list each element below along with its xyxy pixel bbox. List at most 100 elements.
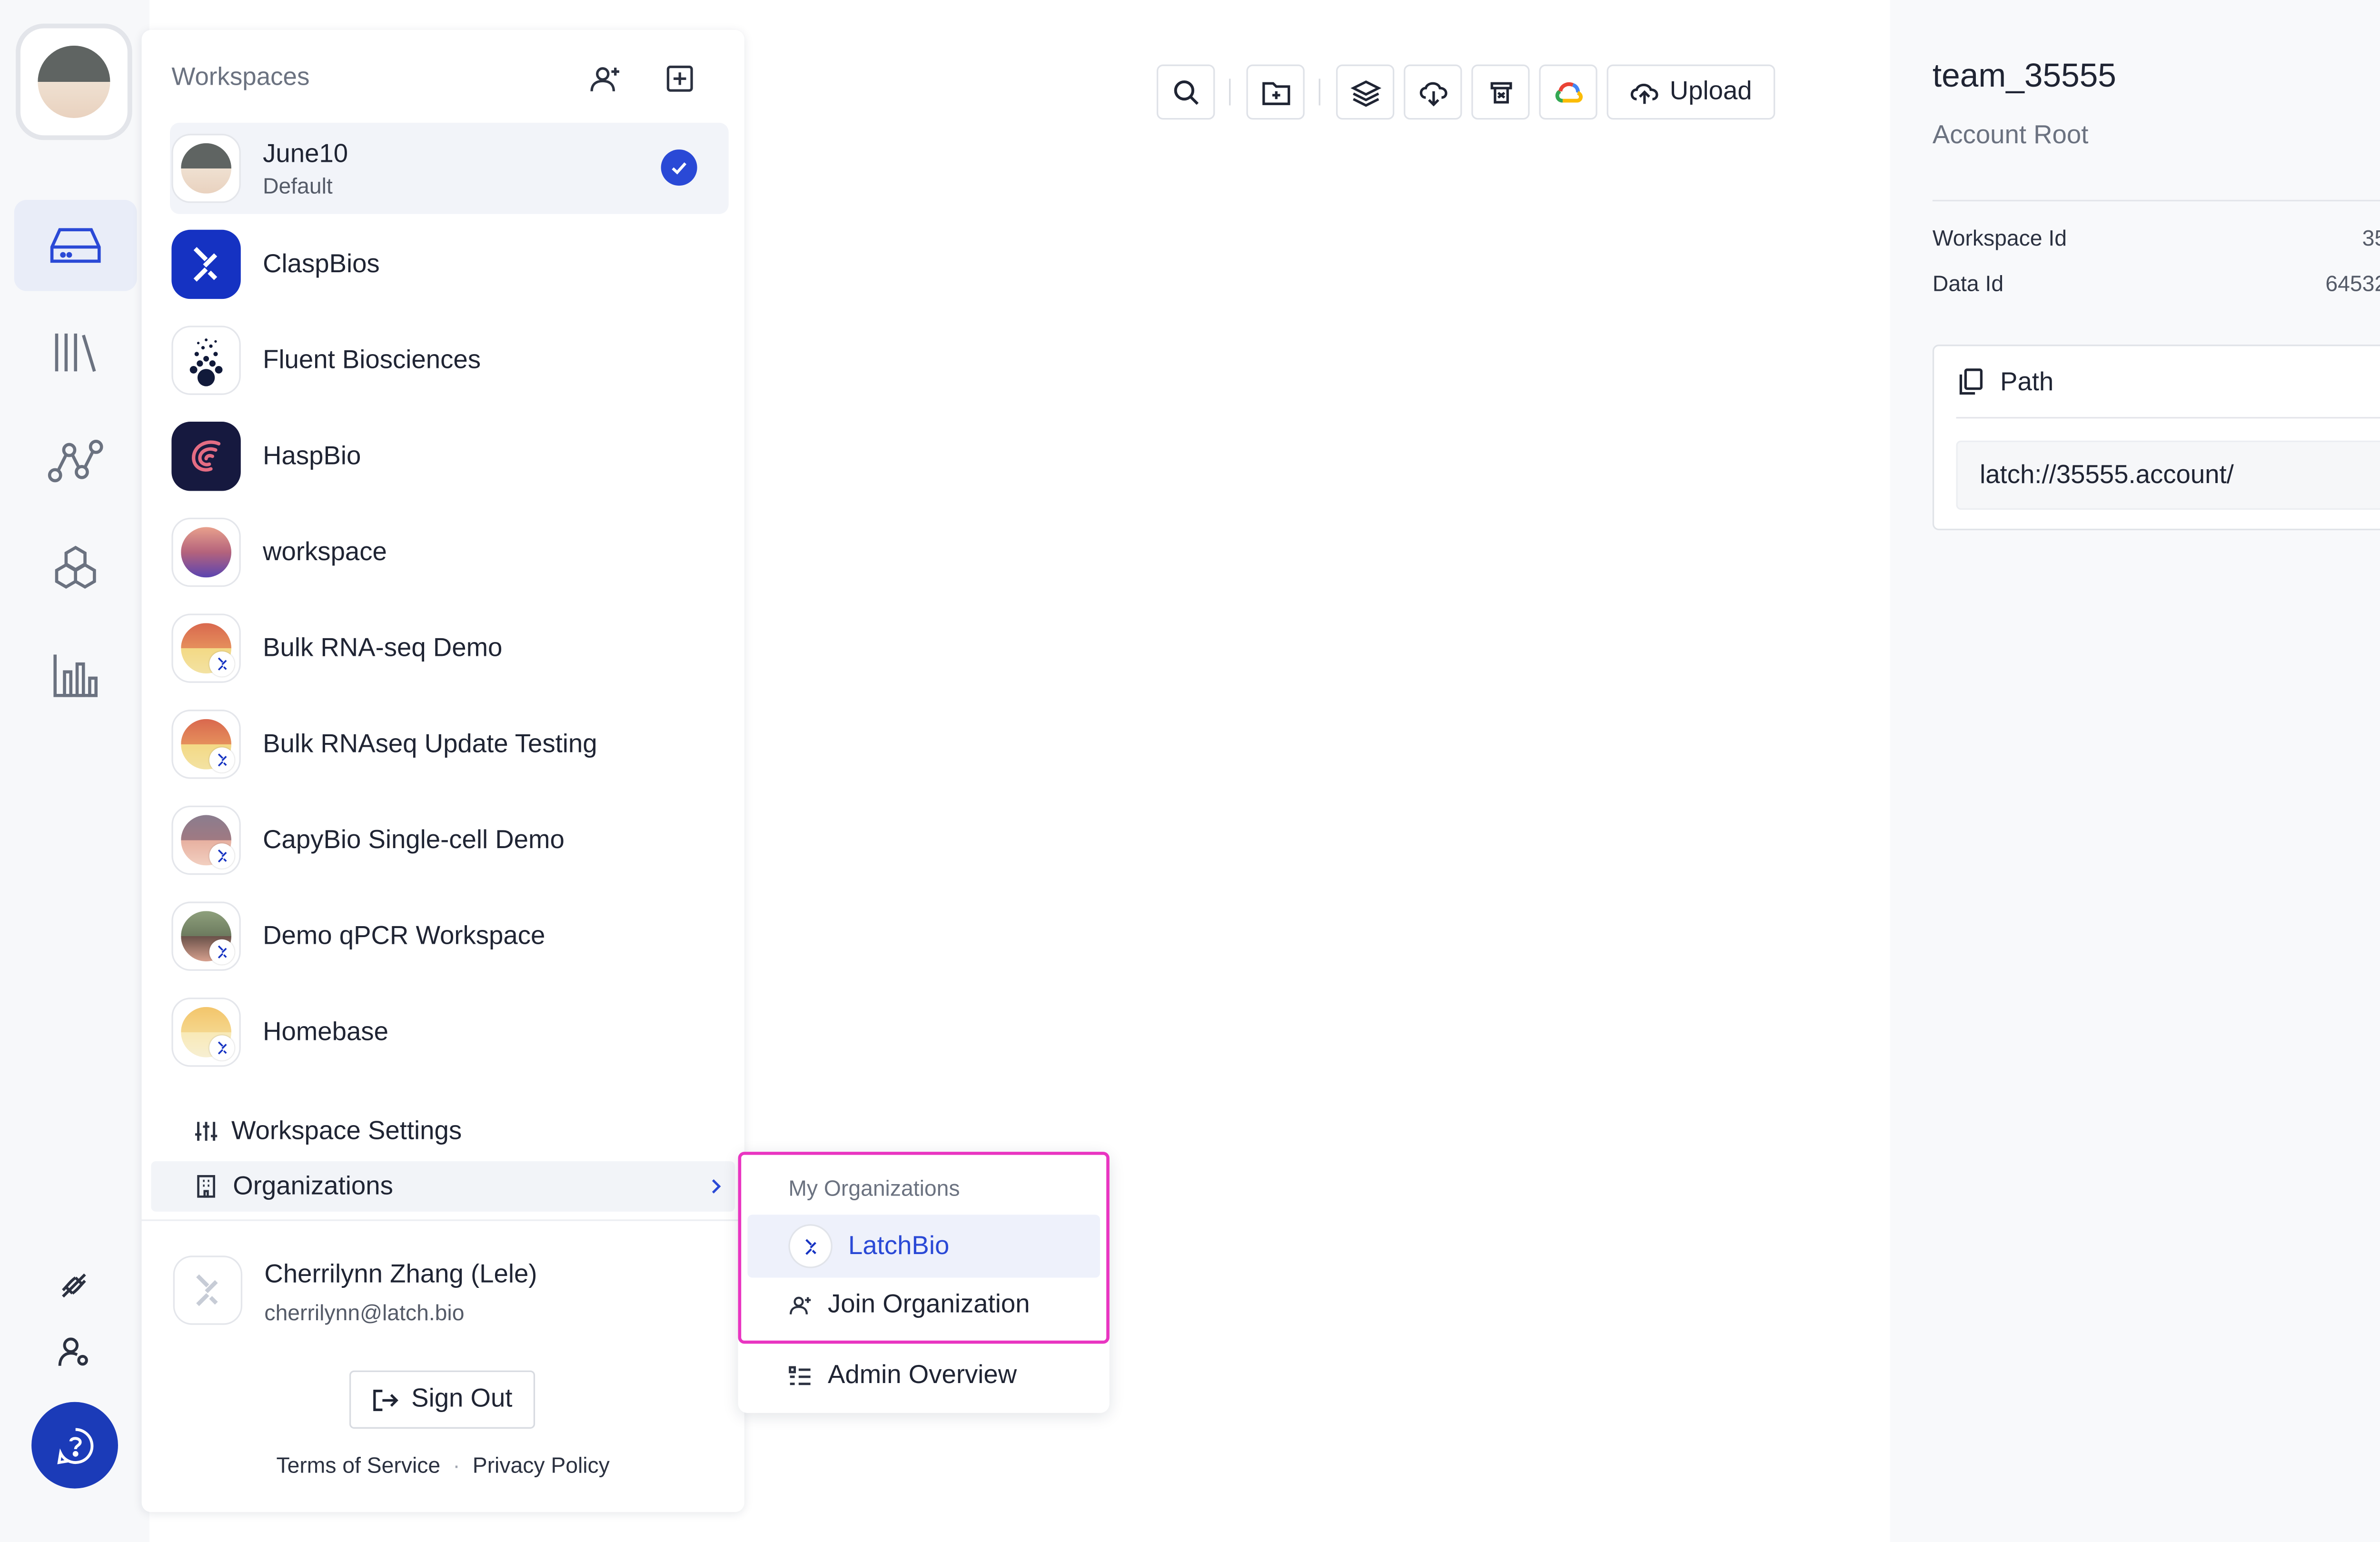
account-title: team_35555	[1932, 58, 2116, 95]
divider	[141, 1219, 744, 1221]
gradient-orb-icon	[181, 527, 231, 578]
new-workspace-button[interactable]	[664, 63, 695, 94]
path-value[interactable]: latch://35555.account/	[1956, 440, 2380, 510]
latch-logo-icon	[196, 1274, 218, 1306]
workspace-default-label: Default	[263, 172, 333, 198]
cloud-download-button[interactable]	[1404, 64, 1462, 120]
sidebar-item-account[interactable]	[57, 1334, 91, 1369]
sign-out-button[interactable]: Sign Out	[349, 1370, 536, 1429]
add-member-button[interactable]	[588, 63, 623, 94]
workspace-item-capybio-single-cell-demo[interactable]: CapyBio Single-cell Demo	[170, 795, 729, 886]
workspace-item-demo-qpcr-workspace[interactable]: Demo qPCR Workspace	[170, 890, 729, 982]
divider	[1956, 417, 2380, 419]
selected-check-icon	[661, 149, 697, 186]
building-icon	[197, 1175, 215, 1198]
latch-badge-icon	[209, 651, 235, 677]
google-cloud-icon	[1555, 81, 1582, 102]
layers-icon	[1349, 79, 1381, 106]
user-avatar	[173, 1255, 243, 1325]
organizations-highlight-box	[738, 1152, 1110, 1344]
divider	[1932, 199, 2380, 202]
workspace-name: workspace	[263, 537, 387, 566]
cloud-upload-icon	[1630, 83, 1658, 103]
latch-badge-icon	[209, 843, 235, 869]
help-button[interactable]	[31, 1402, 118, 1489]
workspace-settings-label: Workspace Settings	[231, 1116, 462, 1145]
path-title: Path	[2000, 368, 2054, 397]
latch-badge-icon	[209, 747, 235, 773]
copy-icon	[1959, 368, 1983, 395]
workspace-id-label: Workspace Id	[1932, 225, 2067, 250]
search-icon	[1173, 79, 1198, 104]
molecule-icon	[55, 545, 96, 589]
bar-chart-icon	[53, 654, 98, 697]
link-separator: ·	[453, 1452, 460, 1478]
layers-button[interactable]	[1336, 64, 1395, 120]
workspace-avatar	[171, 229, 241, 299]
sidebar-item-dna[interactable]	[57, 1268, 91, 1303]
data-id-label: Data Id	[1932, 270, 2004, 296]
workspace-item-haspbio[interactable]: HaspBio	[170, 411, 729, 502]
upload-label: Upload	[1669, 77, 1752, 106]
archive-button[interactable]	[1471, 64, 1530, 120]
terms-link[interactable]: Terms of Service	[276, 1453, 440, 1478]
workspace-avatar-icon	[38, 45, 110, 118]
copy-path-button[interactable]	[1956, 366, 1984, 396]
organizations-label: Organizations	[233, 1171, 393, 1200]
sign-out-label: Sign Out	[411, 1384, 513, 1413]
latch-logo-icon	[193, 247, 218, 282]
scroll-icon	[1489, 81, 1511, 103]
dna-link-icon	[62, 1273, 86, 1298]
workspace-avatar	[171, 710, 241, 779]
workspace-avatar	[171, 134, 241, 203]
workspace-name: Homebase	[263, 1017, 388, 1046]
workspace-avatar	[171, 805, 241, 875]
sidebar-item-analytics[interactable]	[14, 629, 137, 721]
library-icon	[55, 333, 96, 372]
workspace-id-value: 35555	[2362, 225, 2380, 250]
sidebar-item-data[interactable]	[14, 199, 137, 291]
user-plus-icon	[590, 67, 619, 91]
workspace-name: Bulk RNA-seq Demo	[263, 633, 503, 662]
sliders-icon	[195, 1122, 218, 1141]
chevron-right-icon	[712, 1179, 721, 1194]
help-icon	[56, 1427, 93, 1463]
workspace-item-bulk-rna-seq-demo[interactable]: Bulk RNA-seq Demo	[170, 603, 729, 694]
workspace-name: Fluent Biosciences	[263, 345, 481, 374]
workspace-item-homebase[interactable]: Homebase	[170, 987, 729, 1078]
workspace-name: June10	[263, 139, 348, 168]
workspace-item-workspace[interactable]: workspace	[170, 507, 729, 598]
workspace-item-fluent-biosciences[interactable]: Fluent Biosciences	[170, 315, 729, 406]
search-button[interactable]	[1156, 64, 1215, 120]
list-check-icon	[789, 1366, 811, 1385]
workspace-item-bulk-rnaseq-update-testing[interactable]: Bulk RNAseq Update Testing	[170, 699, 729, 790]
workspace-avatar-button[interactable]	[16, 23, 132, 140]
sidebar-item-library[interactable]	[14, 307, 137, 398]
drive-icon	[50, 228, 101, 263]
info-panel: team_35555 Account Root Workspace Id 355…	[1890, 0, 2380, 1542]
user-name: Cherrilynn Zhang (Lele)	[264, 1260, 537, 1289]
workspace-menu: Workspaces June10 Default ClaspBios Flue…	[141, 30, 744, 1512]
sign-out-icon	[374, 1389, 399, 1411]
folder-plus-icon	[1261, 81, 1289, 105]
cloud-download-icon	[1419, 81, 1447, 106]
workspace-settings-item[interactable]: Workspace Settings	[194, 1112, 462, 1150]
data-id-value: 64532271	[2325, 270, 2380, 296]
workspace-item-june10[interactable]: June10 Default	[170, 122, 729, 214]
workspace-avatar	[171, 326, 241, 395]
organizations-item[interactable]: Organizations	[151, 1161, 735, 1212]
privacy-link[interactable]: Privacy Policy	[473, 1453, 610, 1478]
path-card: Path latch://35555.account/	[1932, 345, 2380, 531]
workspace-avatar	[171, 517, 241, 587]
upload-button[interactable]: Upload	[1606, 64, 1775, 120]
google-cloud-button[interactable]	[1539, 64, 1597, 120]
sidebar-item-molecules[interactable]	[14, 523, 137, 614]
workspace-item-claspbios[interactable]: ClaspBios	[170, 219, 729, 310]
admin-overview-item[interactable]: Admin Overview	[788, 1361, 1017, 1391]
sidebar-item-workflows[interactable]	[14, 415, 137, 507]
fluent-logo-icon	[189, 338, 223, 386]
gradient-orb-icon	[181, 143, 231, 194]
workspace-avatar	[171, 422, 241, 491]
new-folder-button[interactable]	[1246, 64, 1305, 120]
workspace-name: ClaspBios	[263, 249, 380, 278]
